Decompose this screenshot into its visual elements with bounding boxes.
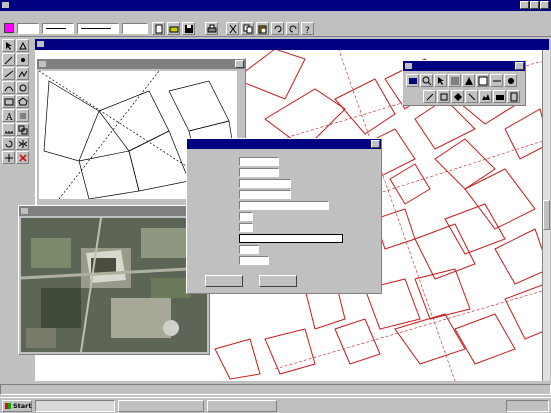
field-8-value[interactable] (239, 245, 259, 254)
taskbar: Start (0, 397, 551, 413)
window-3-icon (21, 208, 28, 214)
circle-icon[interactable] (16, 81, 29, 94)
window-3 (18, 205, 210, 355)
field-0-value[interactable] (239, 157, 279, 166)
cut-icon[interactable] (226, 22, 239, 35)
window-3-titlebar[interactable] (19, 206, 209, 216)
info-tool-8-icon[interactable] (423, 90, 436, 103)
task-1[interactable] (118, 400, 204, 412)
svg-text:A: A (5, 113, 13, 121)
info-tool-11-icon[interactable] (465, 90, 478, 103)
field-4-value[interactable] (239, 201, 329, 210)
info-tool-5-icon[interactable] (476, 74, 489, 87)
info-tool-3-icon[interactable] (448, 74, 461, 87)
info-panel-close-button[interactable] (515, 62, 524, 70)
pen-icon[interactable] (2, 53, 15, 66)
info-panel-icon (405, 63, 412, 69)
task-0[interactable] (35, 400, 115, 412)
owner-dialog (186, 138, 382, 294)
info-tool-2-icon[interactable] (434, 74, 447, 87)
weight-select[interactable] (42, 23, 74, 34)
delete-icon[interactable] (16, 151, 29, 164)
start-button[interactable]: Start (2, 400, 32, 412)
info-tool-9-icon[interactable] (437, 90, 450, 103)
info-tool-14-icon[interactable] (507, 90, 520, 103)
app-maximize-button[interactable] (530, 1, 539, 9)
polygon-icon[interactable] (16, 95, 29, 108)
svg-text:?: ? (305, 26, 310, 34)
level-select[interactable] (17, 23, 39, 34)
arc-icon[interactable] (2, 81, 15, 94)
help-icon[interactable]: ? (301, 22, 314, 35)
node-icon[interactable] (16, 53, 29, 66)
trim-icon[interactable] (2, 151, 15, 164)
field-9-value[interactable] (239, 256, 269, 265)
open-folder-icon[interactable] (167, 22, 180, 35)
new-file-icon[interactable] (152, 22, 165, 35)
aerial-photo[interactable] (21, 218, 207, 352)
window-2-close-button[interactable] (235, 60, 244, 68)
text-icon[interactable]: A (2, 109, 15, 122)
rectangle-icon[interactable] (2, 95, 15, 108)
line-icon[interactable] (2, 67, 15, 80)
info-tool-1-icon[interactable] (420, 74, 433, 87)
cell-icon[interactable] (16, 109, 29, 122)
color-swatch[interactable] (4, 23, 14, 33)
info-tool-12-icon[interactable] (479, 90, 492, 103)
select-arrow-icon[interactable] (2, 39, 15, 52)
info-panel (402, 60, 526, 106)
style-select[interactable] (77, 23, 119, 34)
field-7-value[interactable] (239, 234, 343, 243)
copy-element-icon[interactable] (16, 123, 29, 136)
mirror-icon[interactable] (16, 137, 29, 150)
redo-icon[interactable] (286, 22, 299, 35)
status-bar (0, 384, 551, 395)
window-1-icon (37, 41, 44, 47)
aerial-photo-drawing (21, 218, 207, 352)
app-icon (2, 2, 9, 8)
dialog-titlebar[interactable] (187, 139, 381, 149)
info-tool-4-icon[interactable] (462, 74, 475, 87)
dialog-close-text-button[interactable] (259, 275, 297, 287)
app-titlebar (0, 0, 551, 11)
dialog-close-button[interactable] (371, 140, 380, 148)
info-panel-titlebar[interactable] (403, 61, 525, 71)
window-2-icon (39, 61, 46, 67)
app-minimize-button[interactable] (520, 1, 529, 9)
dialog-ok-button[interactable] (205, 275, 243, 287)
tool-palette: A (2, 39, 32, 179)
copy-icon[interactable] (241, 22, 254, 35)
main-toolbar: ? (0, 20, 551, 37)
vertical-scrollbar[interactable] (542, 50, 550, 381)
info-tool-6-icon[interactable] (490, 74, 503, 87)
window-2-titlebar[interactable] (37, 59, 245, 69)
field-6-value[interactable] (239, 223, 253, 232)
polyline-icon[interactable] (16, 67, 29, 80)
info-tool-13-icon[interactable] (493, 90, 506, 103)
app-close-button[interactable] (540, 1, 549, 9)
field-1-value[interactable] (239, 168, 279, 177)
window-1-titlebar[interactable] (35, 39, 549, 50)
field-2-value[interactable] (239, 179, 291, 188)
field-3-value[interactable] (239, 190, 291, 199)
info-tool-0-icon[interactable] (406, 74, 419, 87)
pattern-select[interactable] (122, 23, 148, 34)
measure-icon[interactable] (2, 123, 15, 136)
info-tool-10-icon[interactable] (451, 90, 464, 103)
system-tray (506, 400, 549, 412)
paste-icon[interactable] (256, 22, 269, 35)
scroll-thumb[interactable] (543, 200, 550, 230)
save-icon[interactable] (182, 22, 195, 35)
info-tool-7-icon[interactable] (504, 74, 517, 87)
windows-logo-icon (5, 403, 11, 409)
rotate-icon[interactable] (2, 137, 15, 150)
menu-bar (0, 11, 551, 20)
undo-icon[interactable] (271, 22, 284, 35)
field-5-value[interactable] (239, 212, 253, 221)
print-icon[interactable] (205, 22, 218, 35)
task-2[interactable] (207, 400, 277, 412)
fence-icon[interactable] (16, 39, 29, 52)
start-label: Start (13, 402, 32, 410)
